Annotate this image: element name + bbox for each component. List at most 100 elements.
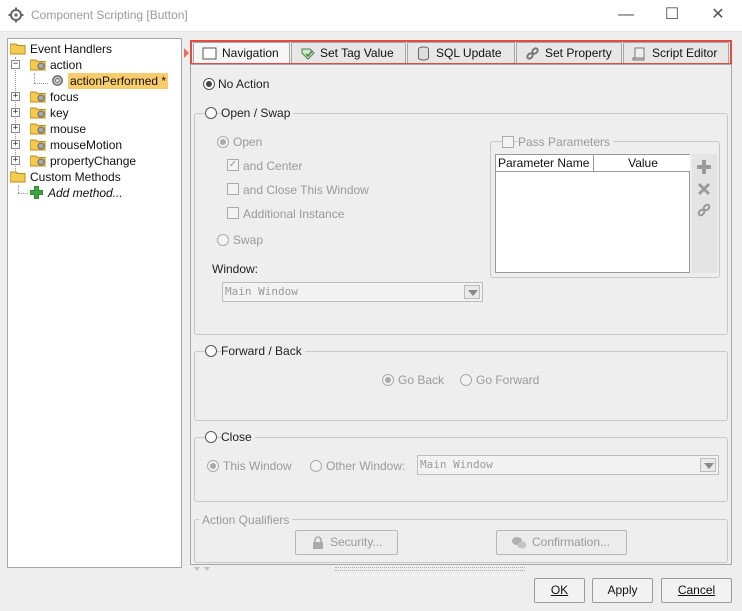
chevron-down-icon[interactable] (464, 285, 480, 299)
swap-radio[interactable] (217, 234, 229, 246)
chevron-down-icon[interactable] (700, 458, 716, 472)
tree-label: propertyChange (50, 154, 137, 168)
script-icon (632, 47, 645, 61)
go-forward-label: Go Forward (476, 373, 540, 387)
resize-grip[interactable] (335, 567, 525, 571)
tree-line (34, 83, 48, 84)
other-window-select-value: Main Window (420, 458, 493, 471)
other-window-label: Other Window: (326, 459, 406, 473)
action-qualifiers-label: Action Qualifiers (199, 513, 293, 527)
folder-open-icon (10, 43, 26, 55)
tab-script-editor[interactable]: Script Editor (623, 42, 729, 64)
folder-gear-icon (30, 139, 46, 151)
pass-parameters-checkbox[interactable] (502, 136, 514, 148)
title-bar: Component Scripting [Button] — ☐ ✕ (0, 0, 742, 32)
confirmation-button[interactable]: Confirmation... (496, 530, 627, 555)
swap-label: Swap (233, 233, 264, 247)
column-header-value[interactable]: Value (594, 155, 690, 172)
tab-sql-update[interactable]: SQL Update (407, 42, 515, 64)
apply-button[interactable]: Apply (592, 578, 653, 603)
gear-app-icon (8, 7, 24, 23)
folder-gear-icon (30, 59, 46, 71)
security-button[interactable]: Security... (295, 530, 398, 555)
tree-label: Event Handlers (30, 42, 113, 56)
expand-icon[interactable]: + (11, 124, 20, 133)
window-select-value: Main Window (225, 285, 298, 298)
open-label: Open (233, 135, 263, 149)
additional-instance-label: Additional Instance (243, 207, 345, 221)
speech-bubbles-icon (512, 537, 527, 549)
tree-label-selected: actionPerformed * (68, 73, 169, 89)
additional-instance-checkbox[interactable] (227, 207, 239, 219)
this-window-radio[interactable] (207, 460, 219, 472)
close-radio[interactable] (205, 431, 217, 443)
and-center-checkbox[interactable]: ✓ (227, 159, 239, 171)
go-back-label: Go Back (398, 373, 445, 387)
database-icon (418, 46, 429, 61)
expand-icon[interactable]: + (11, 108, 20, 117)
expand-icon[interactable]: + (11, 156, 20, 165)
forward-back-radio[interactable] (205, 345, 217, 357)
tag-edit-icon (301, 48, 315, 60)
no-action-radio[interactable] (203, 78, 215, 90)
remove-parameter-icon[interactable] (696, 181, 712, 197)
other-window-select[interactable]: Main Window (417, 455, 719, 475)
add-parameter-icon[interactable] (696, 159, 712, 175)
close-label: Close (221, 430, 255, 444)
this-window-label: This Window (223, 459, 292, 473)
tree-label: mouse (50, 122, 87, 136)
tree-line (18, 193, 28, 194)
pass-parameters-label: Pass Parameters (518, 135, 614, 149)
folder-open-icon (10, 171, 26, 183)
ok-button[interactable]: OK (534, 578, 585, 603)
folder-gear-icon (30, 123, 46, 135)
forward-back-label: Forward / Back (221, 344, 305, 358)
no-action-label: No Action (218, 77, 270, 91)
tree-label: focus (50, 90, 79, 104)
and-center-label: and Center (243, 159, 303, 173)
bind-parameter-link-icon[interactable] (696, 202, 712, 218)
parameter-toolbar (692, 154, 717, 273)
window-label: Window: (212, 262, 259, 276)
collapse-arrow-icon[interactable] (184, 48, 189, 58)
tab-set-tag-value[interactable]: Set Tag Value (291, 42, 406, 64)
open-swap-label: Open / Swap (221, 106, 294, 120)
close-window-button[interactable]: ✕ (695, 0, 741, 32)
minimize-button[interactable]: — (603, 0, 649, 32)
folder-gear-icon (30, 91, 46, 103)
event-handler-tree[interactable]: Event Handlers − action actionPerformed … (7, 38, 182, 568)
open-radio[interactable] (217, 136, 229, 148)
collapse-icon[interactable]: − (11, 60, 20, 69)
tree-label: key (50, 106, 69, 120)
collapse-down-arrows-icon[interactable] (193, 566, 213, 572)
expand-icon[interactable]: + (11, 140, 20, 149)
column-header-parameter-name[interactable]: Parameter Name (496, 155, 594, 172)
go-forward-radio[interactable] (460, 374, 472, 386)
tab-navigation[interactable]: Navigation (193, 42, 290, 64)
tree-line (18, 185, 19, 193)
tree-label: action (50, 58, 83, 72)
other-window-radio[interactable] (310, 460, 322, 472)
parameters-table[interactable]: Parameter Name Value (495, 154, 690, 273)
open-swap-radio[interactable] (205, 107, 217, 119)
window-title: Component Scripting [Button] (31, 8, 188, 22)
expand-icon[interactable]: + (11, 92, 20, 101)
folder-gear-icon (30, 155, 46, 167)
maximize-button[interactable]: ☐ (649, 0, 695, 32)
lock-icon (313, 536, 323, 549)
gear-icon (52, 75, 63, 86)
tab-set-property[interactable]: Set Property (516, 42, 622, 64)
tree-line (34, 73, 35, 83)
window-select[interactable]: Main Window (222, 282, 483, 302)
tree-label: Add method... (48, 186, 123, 200)
folder-gear-icon (30, 107, 46, 119)
and-close-window-label: and Close This Window (243, 183, 369, 197)
and-close-window-checkbox[interactable] (227, 183, 239, 195)
link-icon (526, 47, 539, 60)
forward-back-group (194, 351, 728, 421)
plus-icon (30, 186, 43, 199)
tree-label: mouseMotion (50, 138, 123, 152)
cancel-button[interactable]: Cancel (661, 578, 732, 603)
window-icon (202, 47, 217, 60)
go-back-radio[interactable] (382, 374, 394, 386)
